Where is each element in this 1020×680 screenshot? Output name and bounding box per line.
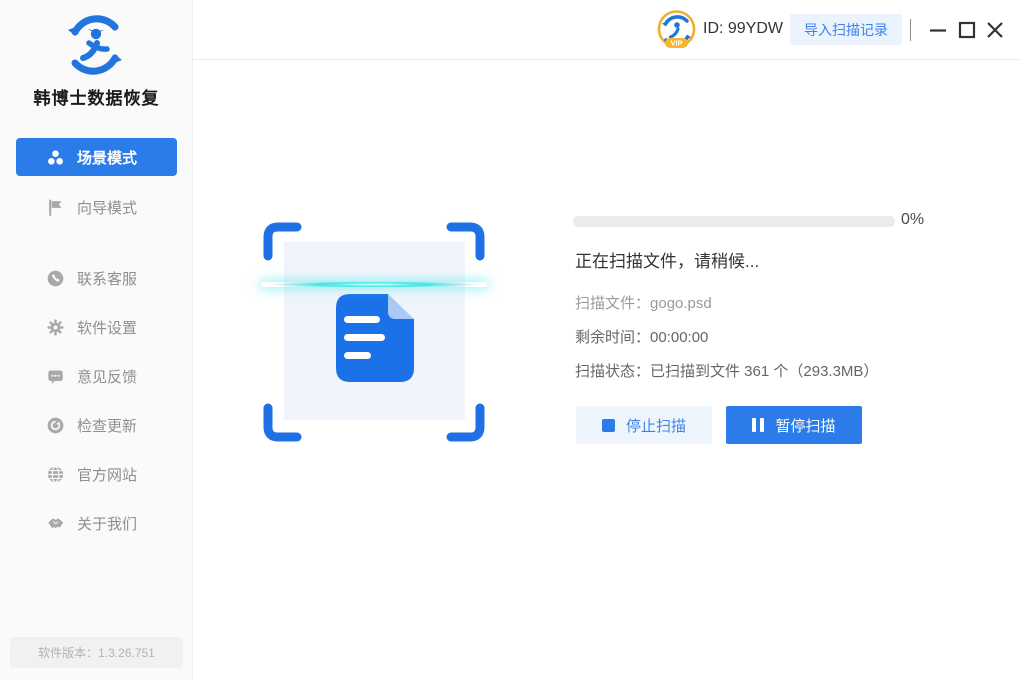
about-handshake-icon: [47, 515, 64, 532]
scan-state-label: 扫描状态：: [575, 363, 650, 380]
sidebar-item-label: 联系客服: [77, 268, 137, 289]
app-title: 韩博士数据恢复: [0, 84, 193, 109]
remaining-time-value: 00:00:00: [650, 329, 708, 346]
window-controls-divider: [910, 19, 911, 41]
maximize-icon: [957, 20, 977, 40]
sidebar-item-label: 关于我们: [77, 513, 137, 534]
scene-mode-icon: [47, 149, 64, 166]
scan-file-label: 扫描文件：: [575, 295, 650, 312]
app-logo-icon: [62, 12, 128, 78]
remaining-time-line: 剩余时间：00:00:00: [575, 326, 708, 347]
minimize-icon: [928, 20, 948, 40]
sidebar-item-label: 官方网站: [77, 464, 137, 485]
vip-avatar[interactable]: VIP: [657, 10, 696, 50]
pause-scan-label: 暂停扫描: [775, 415, 835, 436]
check-update-icon: [47, 417, 64, 434]
feedback-bubble-icon: [47, 368, 64, 385]
scan-progress-bar: [573, 216, 895, 227]
close-icon: [985, 20, 1005, 40]
scan-file-value: gogo.psd: [650, 295, 712, 312]
scan-animation: [263, 222, 485, 442]
sidebar-item-check-update[interactable]: 检查更新: [16, 406, 177, 444]
user-id: ID: 99YDW: [703, 20, 783, 38]
sidebar-item-label: 场景模式: [77, 147, 137, 168]
topbar-divider: [193, 59, 1020, 60]
pause-scan-button[interactable]: 暂停扫描: [726, 406, 862, 444]
sidebar-item-label: 意见反馈: [77, 366, 137, 387]
stop-icon: [602, 419, 615, 432]
scan-status-message: 正在扫描文件，请稍候...: [575, 247, 759, 272]
minimize-button[interactable]: [924, 16, 952, 44]
settings-gear-icon: [47, 319, 64, 336]
import-scan-record-button[interactable]: 导入扫描记录: [790, 14, 902, 45]
sidebar-item-feedback[interactable]: 意见反馈: [16, 357, 177, 395]
sidebar-item-website[interactable]: 官方网站: [16, 455, 177, 493]
close-button[interactable]: [981, 16, 1009, 44]
sidebar-item-settings[interactable]: 软件设置: [16, 308, 177, 346]
sidebar-item-label: 向导模式: [77, 197, 137, 218]
pause-icon: [752, 418, 764, 432]
scan-state-line: 扫描状态：已扫描到文件 361 个（293.3MB）: [575, 360, 878, 381]
website-globe-icon: [47, 466, 64, 483]
remaining-time-label: 剩余时间：: [575, 329, 650, 346]
sidebar-item-label: 软件设置: [77, 317, 137, 338]
scan-state-value: 已扫描到文件 361 个（293.3MB）: [650, 363, 878, 380]
version-badge: 软件版本：1.3.26.751: [10, 637, 183, 668]
scan-progress-percent: 0%: [901, 211, 924, 229]
sidebar-item-scene-mode[interactable]: 场景模式: [16, 138, 177, 176]
vip-badge-label: VIP: [670, 39, 682, 48]
sidebar-item-about[interactable]: 关于我们: [16, 504, 177, 542]
sidebar: 韩博士数据恢复 场景模式 向导模式 联系客服: [0, 0, 193, 680]
stop-scan-label: 停止扫描: [626, 415, 686, 436]
corner-brackets: [263, 222, 485, 442]
contact-support-icon: [47, 270, 64, 287]
sidebar-item-contact-support[interactable]: 联系客服: [16, 259, 177, 297]
wizard-mode-icon: [47, 199, 64, 216]
sidebar-item-wizard-mode[interactable]: 向导模式: [16, 188, 177, 226]
sidebar-item-label: 检查更新: [77, 415, 137, 436]
maximize-button[interactable]: [953, 16, 981, 44]
stop-scan-button[interactable]: 停止扫描: [576, 406, 712, 444]
scan-file-line: 扫描文件：gogo.psd: [575, 292, 712, 313]
